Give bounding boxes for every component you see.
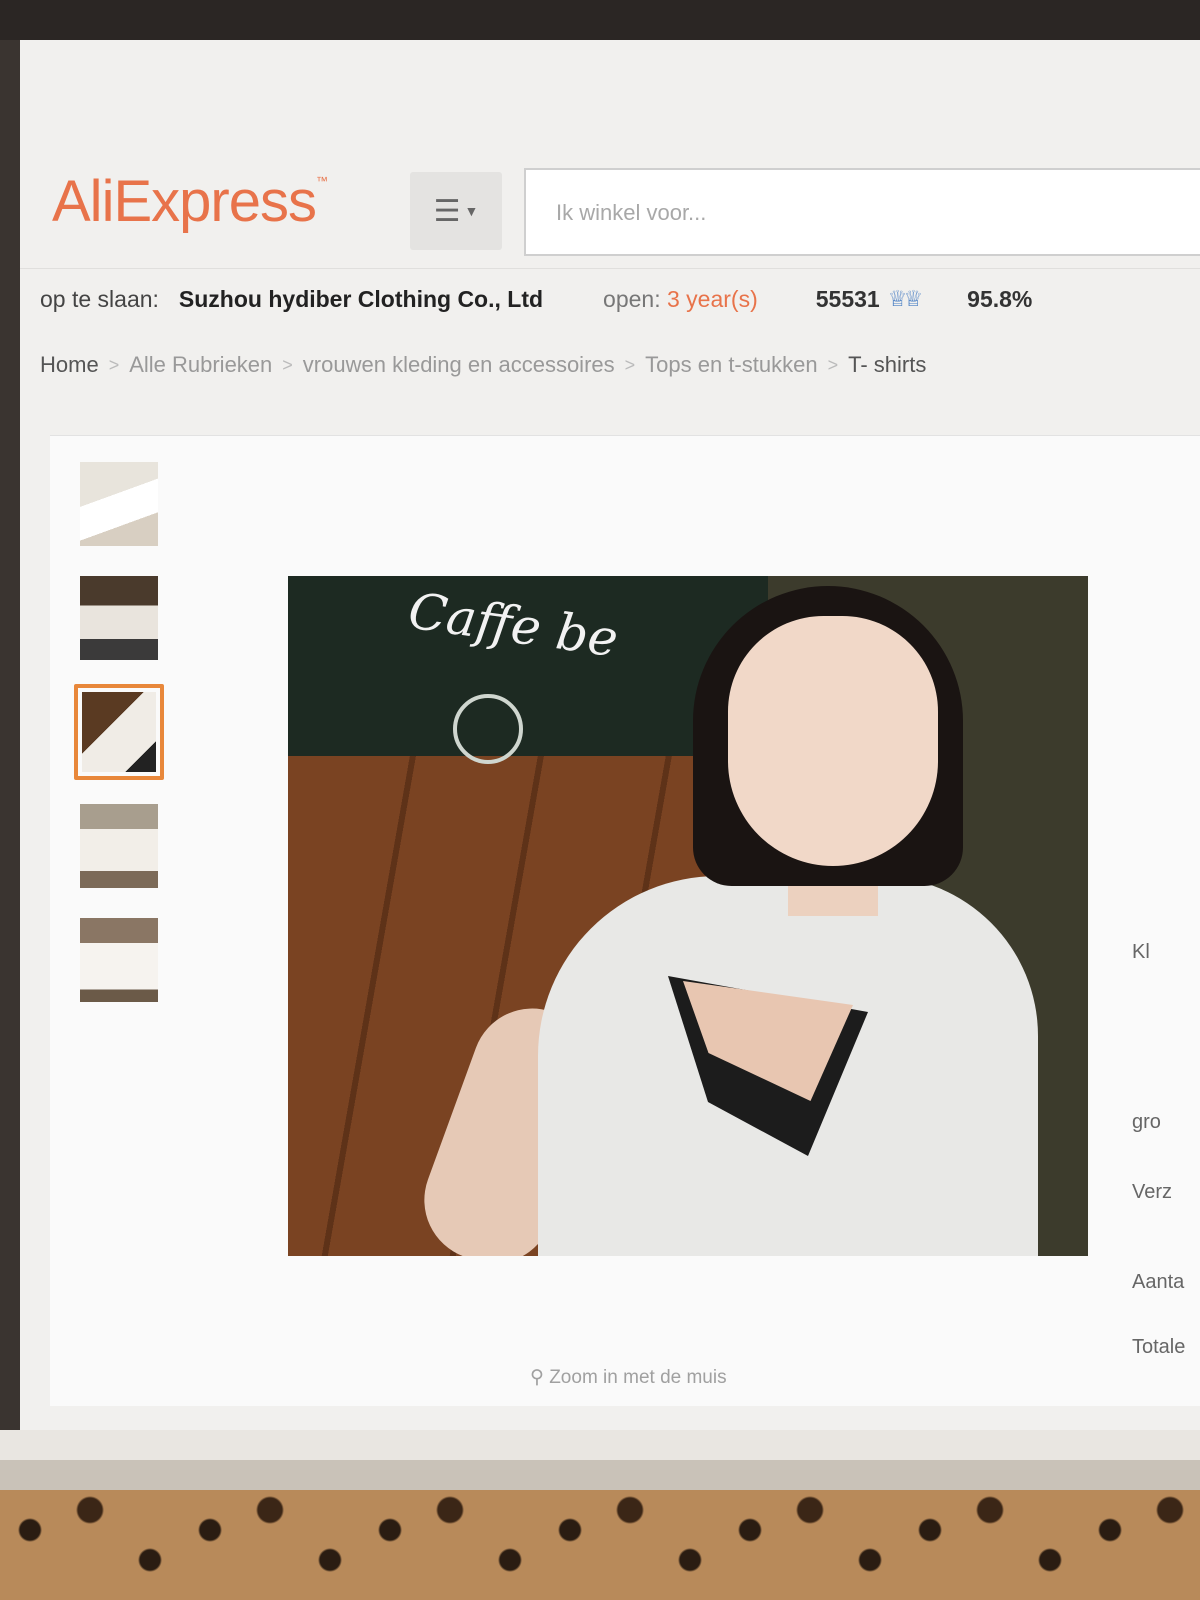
product-panel: Caffe be ⚲ Zoom in met de muis Kl gro Ve…: [50, 435, 1200, 1406]
product-thumbnail[interactable]: [74, 798, 164, 894]
option-label-kleur: Kl: [1132, 941, 1150, 963]
product-thumbnail[interactable]: [74, 456, 164, 552]
thumbnail-image: [80, 918, 158, 1002]
caret-down-icon: ▼: [464, 203, 479, 219]
breadcrumb: Home > Alle Rubrieken > vrouwen kleding …: [40, 352, 926, 378]
store-open-duration: open: 3 year(s): [603, 286, 758, 313]
thumbnail-image: [80, 804, 158, 888]
search-input[interactable]: [526, 170, 1200, 256]
main-product-image[interactable]: Caffe be: [288, 576, 1088, 1256]
aliexpress-logo[interactable]: AliExpress™: [52, 168, 328, 235]
zoom-hint: ⚲ Zoom in met de muis: [530, 1366, 727, 1389]
category-menu-button[interactable]: ☰ ▼: [410, 172, 502, 250]
browser-screen: AliExpress™ ☰▼ op te slaan: Suzhou hydib…: [20, 40, 1200, 1430]
monitor-bezel-top: [0, 0, 1200, 40]
thumbnail-image: [80, 576, 158, 660]
option-label-grootte: gro: [1132, 1111, 1161, 1133]
thumbnail-image: [80, 462, 158, 546]
logo-text: AliExpress: [52, 169, 317, 234]
option-label-aantal: Aanta: [1132, 1271, 1185, 1293]
search-box[interactable]: [524, 168, 1200, 256]
store-positive-rating: 95.8%: [967, 285, 1033, 312]
leopard-fabric-background: [0, 1490, 1200, 1600]
thumbnail-list: [74, 456, 184, 1026]
breadcrumb-all-categories[interactable]: Alle Rubrieken: [129, 352, 272, 378]
option-label-totale: Totale: [1132, 1336, 1186, 1358]
thumbnail-image: [82, 692, 156, 772]
cafe-logo-icon: [453, 694, 523, 764]
product-thumbnail-active[interactable]: [74, 684, 164, 780]
breadcrumb-tshirts[interactable]: T- shirts: [848, 352, 926, 378]
product-thumbnail[interactable]: [74, 570, 164, 666]
logo-trademark: ™: [315, 174, 328, 188]
store-open-value: 3 year(s): [667, 285, 758, 312]
breadcrumb-separator-icon: >: [282, 354, 293, 375]
product-thumbnail[interactable]: [74, 912, 164, 1008]
store-feedback-score[interactable]: 55531: [816, 286, 880, 313]
store-name-link[interactable]: Suzhou hydiber Clothing Co., Ltd: [179, 286, 543, 313]
zoom-hint-text: Zoom in met de muis: [549, 1367, 727, 1388]
breadcrumb-separator-icon: >: [108, 354, 120, 375]
breadcrumb-separator-icon: >: [624, 354, 636, 375]
store-open-label: open:: [603, 285, 661, 312]
breadcrumb-tops[interactable]: Tops en t-stukken: [645, 352, 817, 378]
crown-badge-icon: ♕♕: [887, 286, 924, 311]
breadcrumb-home[interactable]: Home: [40, 352, 99, 378]
site-header: AliExpress™ ☰ ▼: [20, 130, 1200, 256]
magnifier-icon: ⚲: [530, 1367, 544, 1388]
breadcrumb-separator-icon: >: [827, 354, 839, 375]
breadcrumb-women-clothing[interactable]: vrouwen kleding en accessoires: [303, 352, 615, 378]
model-face: [728, 616, 938, 866]
option-label-verzending: Verz: [1132, 1181, 1173, 1203]
store-bar: op te slaan: Suzhou hydiber Clothing Co.…: [20, 268, 1200, 329]
menu-icon: ☰: [433, 194, 461, 228]
store-label: op te slaan:: [40, 285, 159, 312]
